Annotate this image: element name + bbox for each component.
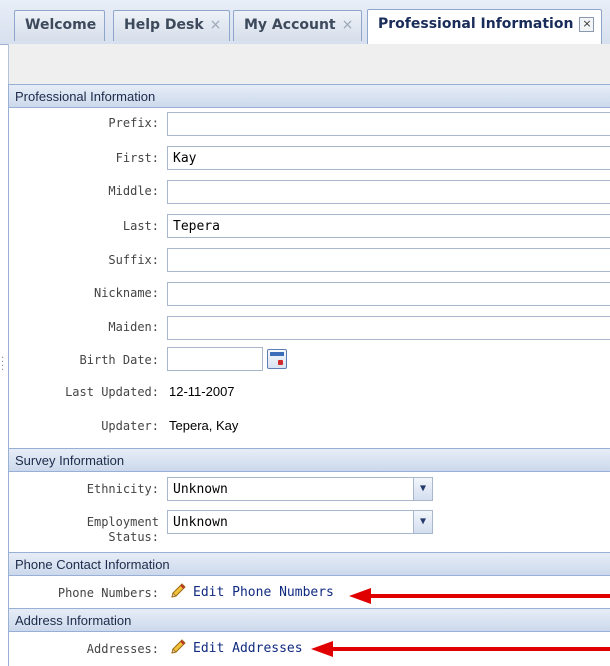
birth-date-field[interactable] xyxy=(167,347,263,371)
addresses-label: Addresses: xyxy=(86,642,159,656)
close-icon[interactable]: × xyxy=(342,17,354,33)
suffix-label: Suffix: xyxy=(108,253,159,267)
edit-addresses-text: Edit Addresses xyxy=(193,641,303,656)
first-name-field[interactable]: Kay xyxy=(167,146,610,170)
suffix-field[interactable] xyxy=(167,248,610,272)
maiden-field[interactable] xyxy=(167,316,610,340)
chevron-down-icon[interactable]: ▼ xyxy=(413,511,432,533)
section-header-phone: Phone Contact Information xyxy=(9,552,610,576)
updater-value: Tepera, Kay xyxy=(169,418,239,433)
edit-phone-numbers-link[interactable]: Edit Phone Numbers xyxy=(169,582,334,600)
edit-phone-numbers-text: Edit Phone Numbers xyxy=(193,585,334,600)
tab-my-account[interactable]: My Account × xyxy=(233,10,363,41)
last-name-field[interactable]: Tepera xyxy=(167,214,610,238)
toolbar xyxy=(8,44,610,84)
first-label: First: xyxy=(115,151,159,165)
section-header-professional: Professional Information xyxy=(9,84,610,108)
chevron-down-icon[interactable]: ▼ xyxy=(413,478,432,500)
tab-label: My Account xyxy=(244,17,336,33)
prefix-label: Prefix: xyxy=(108,116,159,130)
splitter-handle[interactable]: · · · · xyxy=(1,354,6,377)
annotation-arrow xyxy=(311,641,610,657)
section-header-survey: Survey Information xyxy=(9,448,610,472)
birth-date-label: Birth Date: xyxy=(79,353,159,367)
last-updated-label: Last Updated: xyxy=(65,385,159,399)
pencil-icon xyxy=(171,639,186,654)
tab-professional-information[interactable]: Professional Information × xyxy=(367,9,602,44)
tab-bar: Welcome Help Desk × My Account × Professio… xyxy=(0,0,610,45)
form-panel: Professional Information Prefix: First: … xyxy=(8,84,610,666)
employment-status-label-1: Employment xyxy=(86,515,159,529)
edit-addresses-link[interactable]: Edit Addresses xyxy=(169,638,303,656)
ethnicity-select[interactable]: Unknown ▼ xyxy=(167,477,433,501)
ethnicity-label: Ethnicity: xyxy=(86,482,159,496)
tab-label: Professional Information xyxy=(378,16,574,32)
employment-status-select[interactable]: Unknown ▼ xyxy=(167,510,433,534)
tab-label: Welcome xyxy=(25,17,97,33)
tab-welcome[interactable]: Welcome xyxy=(14,10,106,41)
annotation-arrow xyxy=(349,588,610,604)
nickname-label: Nickname: xyxy=(93,286,159,300)
pencil-icon xyxy=(171,583,186,598)
section-header-address: Address Information xyxy=(9,608,610,632)
close-icon[interactable]: × xyxy=(210,17,222,33)
close-icon[interactable]: × xyxy=(579,17,595,32)
maiden-label: Maiden: xyxy=(108,320,159,334)
tab-help-desk[interactable]: Help Desk × xyxy=(113,10,231,41)
tab-label: Help Desk xyxy=(124,17,204,33)
middle-name-field[interactable] xyxy=(167,180,610,204)
employment-status-selected: Unknown xyxy=(173,515,228,530)
updater-label: Updater: xyxy=(101,419,159,433)
prefix-field[interactable] xyxy=(167,112,610,136)
nickname-field[interactable] xyxy=(167,282,610,306)
last-label: Last: xyxy=(122,219,159,233)
phone-numbers-label: Phone Numbers: xyxy=(57,586,159,600)
calendar-icon[interactable] xyxy=(267,349,287,369)
last-updated-value: 12-11-2007 xyxy=(169,384,235,399)
middle-label: Middle: xyxy=(108,184,159,198)
employment-status-label-2: Status: xyxy=(108,530,159,544)
ethnicity-selected: Unknown xyxy=(173,482,228,497)
